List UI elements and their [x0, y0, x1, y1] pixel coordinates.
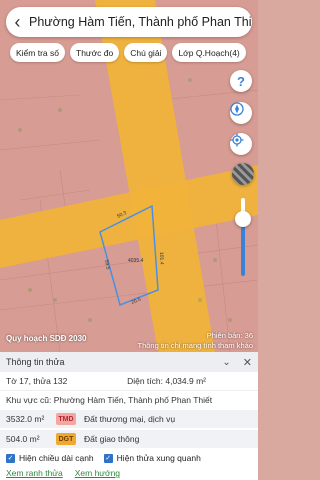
zone-row[interactable]: 504.0 m² DGT Đất giao thông	[0, 430, 258, 448]
old-area-row: Khu vực cũ: Phường Hàm Tiến, Thành phố P…	[0, 390, 258, 408]
close-icon[interactable]: ✕	[243, 356, 252, 369]
zone-area: 504.0 m²	[6, 434, 40, 444]
zone-code-badge: DGT	[56, 433, 76, 445]
parcel-row: Tờ 17, thửa 132 Diện tích: 4,034.9 m²	[0, 372, 258, 390]
basemap-toggle-button[interactable]	[232, 163, 254, 185]
compass-icon	[230, 102, 244, 116]
old-area-text: Khu vực cũ: Phường Hàm Tiến, Thành phố P…	[6, 394, 213, 405]
panel-links: Xem ranh thửa Xem hướng	[0, 466, 258, 480]
zone-row[interactable]: 3532.0 m² TMD Đất thương mại, dịch vụ	[0, 410, 258, 428]
chevron-down-icon[interactable]: ⌄	[222, 357, 230, 368]
view-boundary-link[interactable]: Xem ranh thửa	[6, 468, 63, 478]
zone-list: 3532.0 m² TMD Đất thương mại, dịch vụ 50…	[0, 410, 258, 448]
compass-button[interactable]	[230, 102, 252, 124]
map-toolbar: Kiểm tra số Thước đo Chú giải Lớp Q.Hoạc…	[10, 43, 246, 62]
help-button[interactable]: ?	[230, 70, 252, 92]
legend-button[interactable]: Chú giải	[124, 43, 168, 62]
show-edge-length-checkbox[interactable]: ✓ Hiện chiều dài cạnh	[6, 453, 94, 463]
parcel-area-label: 4035.4	[128, 258, 144, 264]
planning-layers-button[interactable]: Lớp Q.Hoạch(4)	[172, 43, 246, 62]
checkbox-checked-icon[interactable]: ✓	[103, 453, 113, 463]
view-direction-link[interactable]: Xem hướng	[75, 468, 120, 478]
parcel-number: Tờ 17, thửa 132	[6, 376, 68, 386]
opacity-slider[interactable]	[235, 198, 251, 276]
zone-code-badge: TMD	[56, 413, 76, 425]
checkbox-checked-icon[interactable]: ✓	[6, 453, 15, 463]
help-icon: ?	[237, 73, 245, 89]
zone-area: 3532.0 m²	[6, 414, 45, 424]
map-version: Phiên bản: 36	[206, 331, 253, 340]
map-view[interactable]: 50.3 101.4 59.5 20.5 4035.4 ‹ Phường Hàm…	[0, 0, 258, 352]
my-location-button[interactable]	[230, 133, 252, 155]
checkbox-label: Hiện chiều dài cạnh	[19, 453, 94, 463]
show-neighbor-parcels-checkbox[interactable]: ✓ Hiện thửa xung quanh	[103, 453, 201, 463]
parcel-dim-right: 101.4	[158, 252, 164, 265]
crosshair-icon	[230, 133, 244, 147]
checkbox-label: Hiện thửa xung quanh	[116, 453, 201, 463]
map-disclaimer: Thông tin chỉ mang tính tham khảo	[137, 341, 254, 350]
measure-button[interactable]: Thước đo	[70, 43, 120, 62]
slider-track-fill	[241, 220, 245, 276]
zone-name: Đất giao thông	[84, 434, 140, 444]
check-number-button[interactable]: Kiểm tra số	[10, 43, 65, 62]
location-title[interactable]: Phường Hàm Tiến, Thành phố Phan Thiết	[29, 15, 252, 29]
search-bar[interactable]: ‹ Phường Hàm Tiến, Thành phố Phan Thiết	[6, 7, 252, 37]
display-options: ✓ Hiện chiều dài cạnh ✓ Hiện thửa xung q…	[0, 450, 258, 466]
parcel-info-panel: Thông tin thửa ⌄ ✕ Tờ 17, thửa 132 Diện …	[0, 352, 258, 480]
slider-knob[interactable]	[235, 211, 251, 227]
parcel-area: Diện tích: 4,034.9 m²	[127, 376, 206, 386]
zone-name: Đất thương mại, dịch vụ	[84, 414, 176, 424]
back-arrow-icon[interactable]: ‹	[6, 7, 29, 37]
panel-header: Thông tin thửa ⌄ ✕	[0, 352, 258, 372]
map-layer-caption: Quy hoạch SDĐ 2030	[6, 334, 87, 343]
panel-title: Thông tin thửa	[6, 357, 65, 367]
